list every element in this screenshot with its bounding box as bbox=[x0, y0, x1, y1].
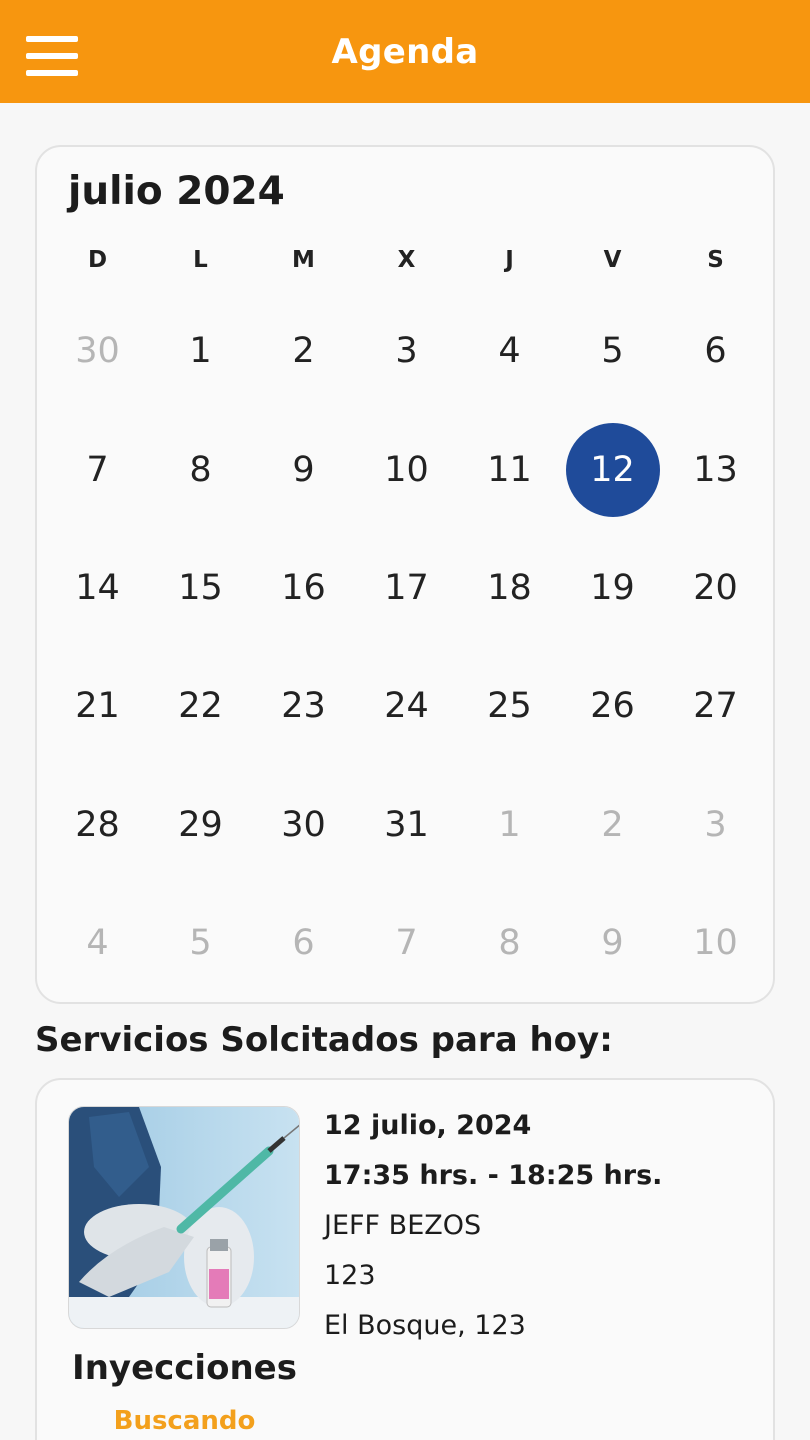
calendar-month-label: julio 2024 bbox=[68, 169, 285, 214]
calendar-day[interactable]: 10 bbox=[664, 884, 767, 1002]
service-time: 17:35 hrs. - 18:25 hrs. bbox=[324, 1160, 663, 1191]
weekday-label: D bbox=[87, 247, 108, 273]
calendar-day[interactable]: 1 bbox=[149, 292, 252, 410]
calendar-day[interactable]: 23 bbox=[252, 647, 355, 765]
calendar-day[interactable]: 18 bbox=[458, 529, 561, 647]
calendar-day[interactable]: 21 bbox=[46, 647, 149, 765]
weekday-label: S bbox=[707, 247, 724, 273]
calendar-day[interactable]: 15 bbox=[149, 529, 252, 647]
calendar-day[interactable]: 28 bbox=[46, 766, 149, 884]
injection-photo bbox=[68, 1106, 300, 1329]
services-section-title: Servicios Solcitados para hoy: bbox=[35, 1020, 613, 1060]
calendar-day[interactable]: 4 bbox=[458, 292, 561, 410]
calendar-day[interactable]: 11 bbox=[458, 410, 561, 528]
weekday-label: M bbox=[292, 247, 315, 273]
calendar-day[interactable]: 31 bbox=[355, 766, 458, 884]
calendar-day[interactable]: 26 bbox=[561, 647, 664, 765]
service-date: 12 julio, 2024 bbox=[324, 1110, 532, 1141]
calendar-day[interactable]: 17 bbox=[355, 529, 458, 647]
calendar-day[interactable]: 25 bbox=[458, 647, 561, 765]
selected-day-circle: 12 bbox=[565, 422, 660, 517]
calendar-day[interactable]: 29 bbox=[149, 766, 252, 884]
calendar-day-selected[interactable]: 12 bbox=[561, 410, 664, 528]
weekday-label: J bbox=[505, 247, 514, 273]
calendar-day[interactable]: 5 bbox=[149, 884, 252, 1002]
weekday-label: V bbox=[603, 247, 622, 273]
calendar-day[interactable]: 3 bbox=[355, 292, 458, 410]
calendar-card: julio 2024 DLMXJVS 30 1 2 3 4 5 6 7 8 9 10 11 12 13 14… bbox=[35, 145, 775, 1004]
calendar-day[interactable]: 9 bbox=[561, 884, 664, 1002]
calendar-day[interactable]: 5 bbox=[561, 292, 664, 410]
service-card[interactable]: Inyecciones Buscando 12 julio, 2024 17:3… bbox=[35, 1078, 775, 1440]
calendar-day[interactable]: 13 bbox=[664, 410, 767, 528]
calendar-day[interactable]: 30 bbox=[46, 292, 149, 410]
calendar-day[interactable]: 1 bbox=[458, 766, 561, 884]
app-bar: Agenda bbox=[0, 0, 810, 103]
calendar-day[interactable]: 3 bbox=[664, 766, 767, 884]
calendar-day[interactable]: 7 bbox=[355, 884, 458, 1002]
calendar-day[interactable]: 6 bbox=[252, 884, 355, 1002]
calendar-day[interactable]: 2 bbox=[561, 766, 664, 884]
service-details: 12 julio, 2024 17:35 hrs. - 18:25 hrs. J… bbox=[324, 1108, 662, 1358]
service-address: El Bosque, 123 bbox=[324, 1310, 526, 1341]
calendar-day[interactable]: 9 bbox=[252, 410, 355, 528]
calendar-day[interactable]: 24 bbox=[355, 647, 458, 765]
calendar-day[interactable]: 6 bbox=[664, 292, 767, 410]
service-client-name: JEFF BEZOS bbox=[324, 1210, 482, 1241]
calendar-day[interactable]: 16 bbox=[252, 529, 355, 647]
page-title: Agenda bbox=[331, 31, 479, 72]
calendar-day[interactable]: 7 bbox=[46, 410, 149, 528]
calendar-day[interactable]: 8 bbox=[149, 410, 252, 528]
calendar-days-grid: 30 1 2 3 4 5 6 7 8 9 10 11 12 13 14 15 16 17 18 19 20 21 22 23 2… bbox=[46, 292, 766, 1002]
calendar-day[interactable]: 10 bbox=[355, 410, 458, 528]
service-name: Inyecciones bbox=[72, 1348, 297, 1388]
weekday-header-row: DLMXJVS bbox=[46, 247, 766, 273]
weekday-label: X bbox=[397, 247, 416, 273]
calendar-day[interactable]: 30 bbox=[252, 766, 355, 884]
calendar-day[interactable]: 8 bbox=[458, 884, 561, 1002]
calendar-day[interactable]: 22 bbox=[149, 647, 252, 765]
weekday-label: L bbox=[193, 247, 208, 273]
service-status-badge: Buscando bbox=[113, 1406, 256, 1436]
calendar-day[interactable]: 4 bbox=[46, 884, 149, 1002]
calendar-day[interactable]: 20 bbox=[664, 529, 767, 647]
calendar-day[interactable]: 19 bbox=[561, 529, 664, 647]
calendar-day[interactable]: 2 bbox=[252, 292, 355, 410]
service-number: 123 bbox=[324, 1260, 376, 1291]
calendar-day[interactable]: 27 bbox=[664, 647, 767, 765]
calendar-day[interactable]: 14 bbox=[46, 529, 149, 647]
hamburger-menu-icon[interactable] bbox=[26, 36, 78, 76]
